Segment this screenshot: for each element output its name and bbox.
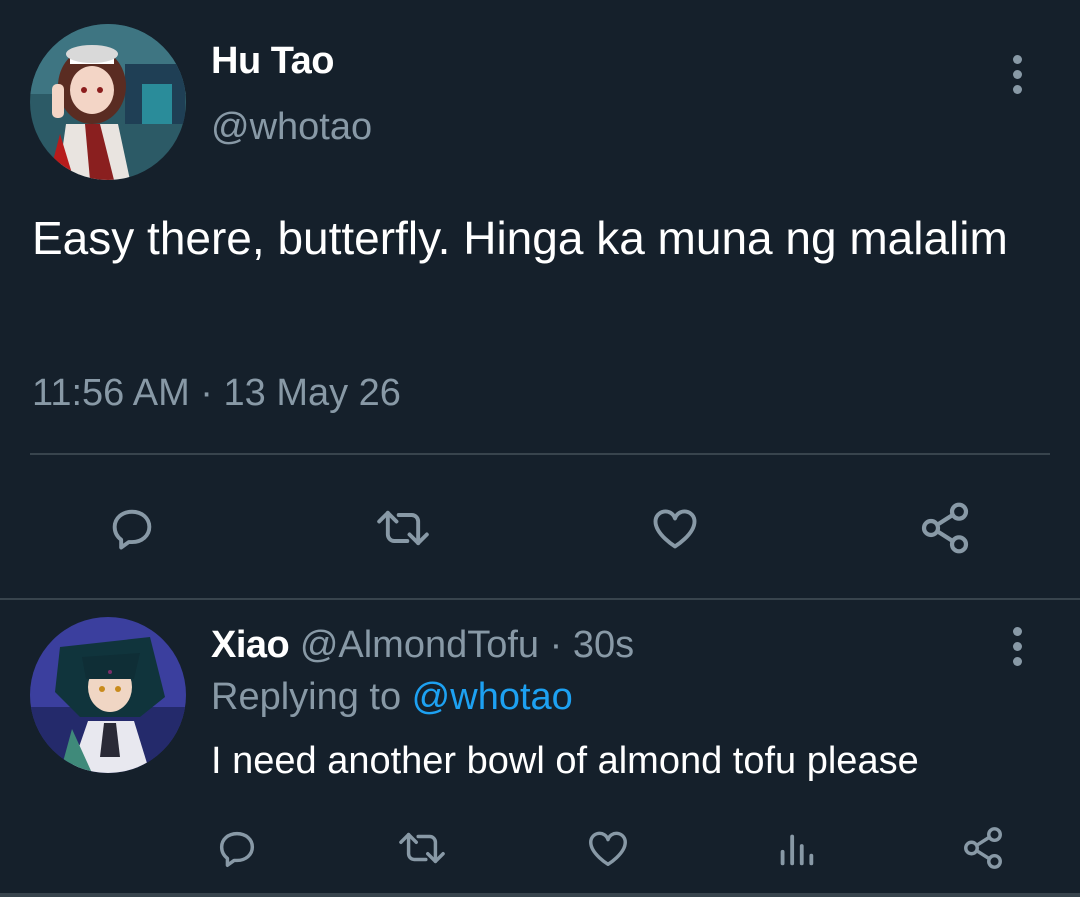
reply-icon[interactable] (211, 822, 263, 874)
display-name[interactable]: Xiao (211, 624, 290, 666)
share-icon[interactable] (915, 498, 975, 558)
replying-to: Replying to @whotao (211, 676, 573, 719)
retweet-icon[interactable] (370, 500, 436, 556)
share-icon[interactable] (958, 822, 1008, 874)
more-options-icon[interactable] (1005, 50, 1029, 98)
reply-header: Xiao @AlmondTofu · 30s (211, 624, 634, 667)
like-icon[interactable] (582, 822, 634, 874)
avatar[interactable] (30, 24, 186, 180)
reply-time[interactable]: 30s (573, 624, 634, 666)
divider (0, 598, 1080, 600)
analytics-icon[interactable] (772, 822, 820, 874)
tweet-timestamp[interactable]: 11:56 AM · 13 May 26 (32, 372, 401, 415)
replying-prefix: Replying to (211, 676, 412, 718)
like-icon[interactable] (645, 500, 705, 556)
user-handle[interactable]: @AlmondTofu (300, 624, 539, 666)
more-options-icon[interactable] (1005, 622, 1029, 670)
tweet-detail-screen: Hu Tao @whotao Easy there, butterfly. Hi… (0, 0, 1080, 897)
avatar[interactable] (30, 617, 186, 773)
reply-text: I need another bowl of almond tofu pleas… (211, 740, 919, 782)
mention-link[interactable]: @whotao (412, 676, 573, 718)
tweet-text: Easy there, butterfly. Hinga ka muna ng … (32, 212, 1008, 264)
display-name[interactable]: Hu Tao (211, 40, 334, 83)
retweet-icon[interactable] (393, 822, 451, 874)
separator: · (539, 624, 573, 666)
divider (30, 453, 1050, 455)
user-handle[interactable]: @whotao (211, 106, 372, 149)
reply-icon[interactable] (104, 500, 160, 556)
divider (0, 893, 1080, 897)
